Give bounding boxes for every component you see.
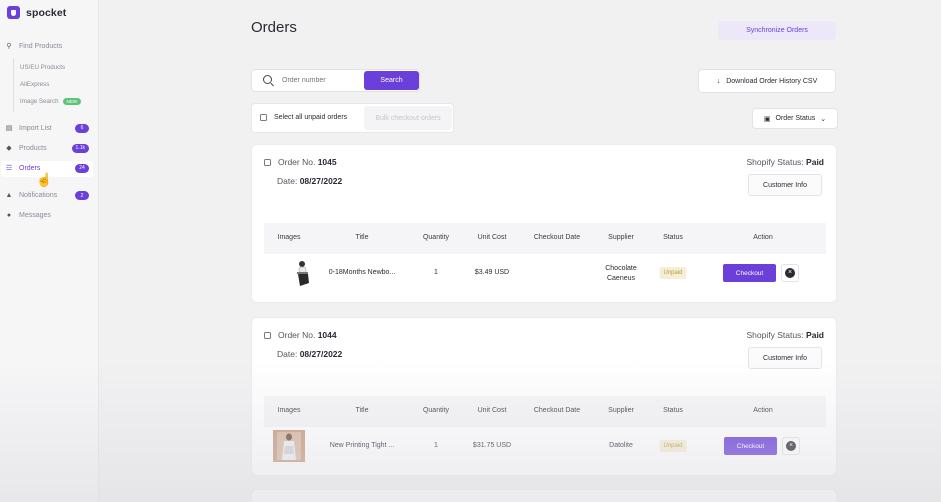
column-header: Checkout Date bbox=[533, 234, 581, 241]
shopify-status: Shopify Status: Paid bbox=[746, 157, 825, 167]
item-quantity: 1 bbox=[434, 269, 438, 276]
checkout-button[interactable]: Checkout bbox=[723, 264, 776, 282]
sidebar-subitem-aliexpress[interactable]: AliExpress bbox=[20, 81, 49, 88]
cancel-item-button[interactable]: × bbox=[781, 264, 799, 282]
shopify-status: Shopify Status: Paid bbox=[746, 330, 825, 340]
column-header: Images bbox=[277, 234, 301, 241]
column-header: Unit Cost bbox=[477, 234, 507, 241]
find-products-submenu: US/EU Products AliExpress Image Search N… bbox=[13, 58, 97, 112]
item-supplier[interactable]: Datolite bbox=[609, 442, 633, 449]
spocket-logo-icon bbox=[7, 6, 20, 19]
table-row: New Printing Tight ... 1 $31.75 USD Dato… bbox=[264, 428, 826, 464]
search-input[interactable] bbox=[282, 74, 360, 87]
item-unit-cost: $3.49 USD bbox=[474, 269, 510, 276]
product-thumbnail[interactable] bbox=[288, 258, 318, 288]
product-thumbnail[interactable] bbox=[273, 430, 305, 462]
search-icon: ⚲ bbox=[6, 43, 12, 50]
customer-info-button[interactable]: Customer Info bbox=[748, 347, 822, 369]
select-all-unpaid[interactable]: Select all unpaid orders bbox=[260, 114, 347, 121]
item-unit-cost: $31.75 USD bbox=[472, 442, 512, 449]
column-header: Title bbox=[355, 234, 369, 241]
customer-info-button[interactable]: Customer Info bbox=[748, 174, 822, 196]
tag-icon: ◆ bbox=[6, 145, 12, 152]
column-header: Status bbox=[663, 234, 683, 241]
hand-cursor-icon: ☝ bbox=[36, 172, 53, 187]
select-all-checkbox[interactable] bbox=[260, 114, 267, 121]
bulk-checkout-button[interactable]: Bulk checkout orders bbox=[364, 106, 452, 130]
brand[interactable]: spocket bbox=[7, 6, 66, 19]
list-icon: ▤ bbox=[5, 125, 13, 132]
column-header: Checkout Date bbox=[533, 407, 581, 414]
sidebar-item-products[interactable]: ◆ Products 1.1k bbox=[4, 143, 89, 153]
sidebar-subitem-us-eu-products[interactable]: US/EU Products bbox=[20, 64, 65, 71]
order-number: Order No. 1044 bbox=[264, 330, 337, 340]
cart-icon: ☲ bbox=[5, 165, 13, 172]
order-number: Order No. 1045 bbox=[264, 157, 337, 167]
box-icon: ▣ bbox=[763, 115, 771, 123]
order-status-dropdown[interactable]: ▣ Order Status ⌄ bbox=[752, 108, 838, 129]
sidebar-item-messages[interactable]: ● Messages bbox=[4, 212, 89, 219]
search-icon bbox=[263, 75, 272, 84]
chevron-down-icon: ⌄ bbox=[820, 115, 827, 123]
cancel-item-button[interactable]: × bbox=[782, 437, 800, 455]
sidebar-subitem-image-search[interactable]: Image Search NEW bbox=[20, 98, 82, 105]
page-title: Orders bbox=[251, 19, 297, 36]
new-badge: NEW bbox=[62, 98, 82, 105]
column-header: Unit Cost bbox=[477, 407, 507, 414]
sidebar-item-label: Find Products bbox=[19, 42, 63, 50]
search-button[interactable]: Search bbox=[364, 71, 419, 90]
item-title[interactable]: 0-18Months Newbo... bbox=[329, 269, 396, 276]
brand-name: spocket bbox=[26, 6, 67, 19]
order-checkbox[interactable] bbox=[264, 158, 271, 166]
column-header: Quantity bbox=[422, 407, 450, 414]
close-icon: × bbox=[785, 268, 795, 278]
download-arrow-icon: ↓ bbox=[716, 77, 721, 85]
column-header: Title bbox=[355, 407, 369, 414]
column-header: Supplier bbox=[608, 407, 634, 414]
order-date: Date: 08/27/2022 bbox=[277, 176, 343, 186]
status-badge: Unpaid bbox=[659, 267, 687, 279]
column-header: Status bbox=[663, 407, 683, 414]
table-row: 0-18Months Newbo... 1 $3.49 USD Chocolat… bbox=[264, 255, 826, 291]
order-date: Date: 08/27/2022 bbox=[277, 349, 343, 359]
item-supplier[interactable]: Chocolate Caeneus bbox=[605, 264, 637, 284]
order-checkbox[interactable] bbox=[264, 331, 271, 339]
column-header: Supplier bbox=[608, 234, 634, 241]
count-badge: 24 bbox=[75, 163, 89, 173]
order-card: Order No. 1044 Date: 08/27/2022 Shopify … bbox=[251, 317, 837, 476]
sidebar: spocket ⚲ Find Products US/EU Products A… bbox=[0, 0, 99, 502]
bulk-action-bar: Select all unpaid orders Bulk checkout o… bbox=[251, 103, 454, 133]
chat-icon: ● bbox=[6, 212, 12, 219]
sidebar-item-notifications[interactable]: ▲ Notifications 2 bbox=[4, 191, 89, 200]
column-header: Quantity bbox=[422, 234, 450, 241]
item-title[interactable]: New Printing Tight ... bbox=[330, 442, 395, 449]
sidebar-item-orders[interactable]: ☲ Orders 24 bbox=[4, 163, 89, 173]
status-badge: Unpaid bbox=[659, 440, 687, 452]
synchronize-orders-button[interactable]: Synchronize Orders bbox=[718, 21, 836, 40]
count-badge: 1.1k bbox=[71, 143, 89, 153]
order-card-partial bbox=[251, 489, 837, 502]
table-header: Images Title Quantity Unit Cost Checkout… bbox=[264, 223, 826, 254]
download-csv-button[interactable]: ↓ Download Order History CSV bbox=[698, 69, 836, 93]
bell-icon: ▲ bbox=[5, 192, 13, 199]
search-bar: Search bbox=[251, 69, 420, 92]
count-badge: 6 bbox=[75, 123, 89, 133]
checkout-button[interactable]: Checkout bbox=[724, 437, 777, 455]
column-header: Action bbox=[753, 407, 773, 414]
sidebar-item-find-products[interactable]: ⚲ Find Products bbox=[4, 42, 94, 51]
column-header: Action bbox=[753, 234, 773, 241]
item-quantity: 1 bbox=[434, 442, 438, 449]
column-header: Images bbox=[277, 407, 301, 414]
sidebar-item-import-list[interactable]: ▤ Import List 6 bbox=[4, 123, 89, 133]
table-header: Images Title Quantity Unit Cost Checkout… bbox=[264, 396, 826, 427]
close-icon: × bbox=[786, 441, 796, 451]
order-card: Order No. 1045 Date: 08/27/2022 Shopify … bbox=[251, 144, 837, 303]
count-badge: 2 bbox=[75, 191, 89, 200]
